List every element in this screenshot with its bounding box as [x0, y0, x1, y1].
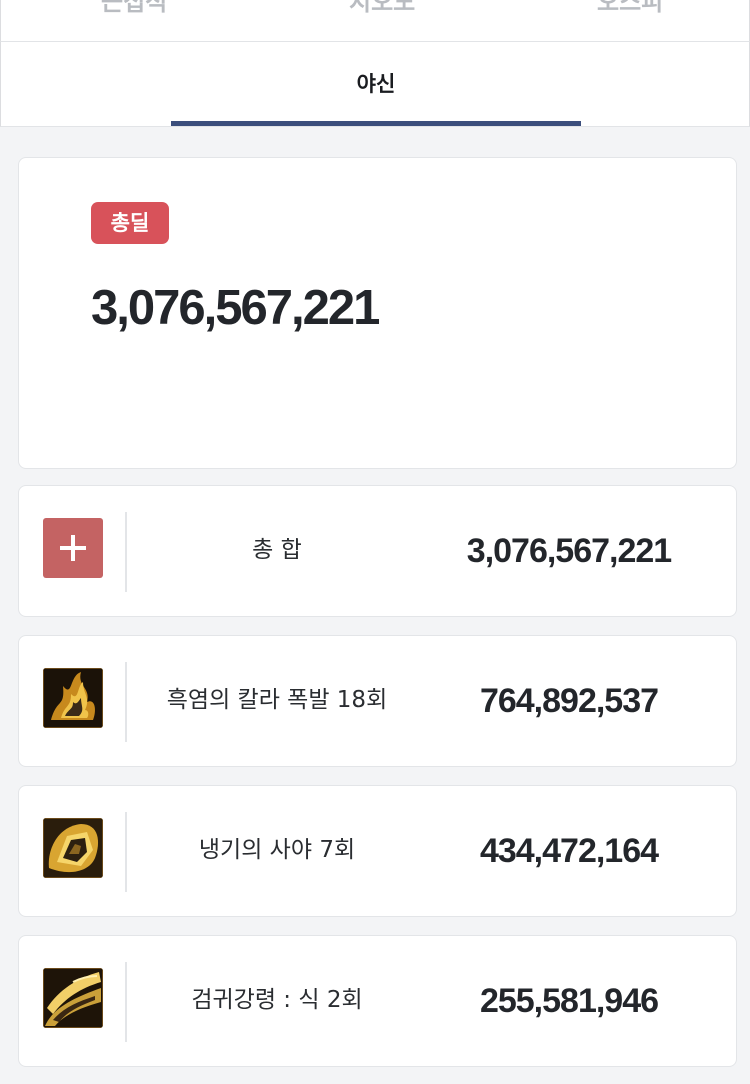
row-divider	[125, 962, 127, 1042]
damage-amount: 3,076,567,221	[466, 532, 672, 570]
plus-icon[interactable]	[43, 518, 103, 578]
frost-sight-skill-icon	[43, 818, 103, 878]
damage-amount: 434,472,164	[479, 832, 659, 870]
active-tab-indicator	[171, 121, 581, 126]
top-tab-1[interactable]: 근접적	[101, 0, 167, 17]
black-flame-skill-icon	[43, 668, 103, 728]
skill-name: 총 합	[252, 537, 302, 563]
row-divider	[125, 512, 127, 592]
damage-amount: 764,892,537	[479, 682, 659, 720]
damage-row-skill[interactable]: 흑염의 칼라 폭발 18회 764,892,537	[18, 635, 737, 767]
total-damage-badge: 총딜	[91, 202, 169, 244]
top-tab-3[interactable]: 오스피	[597, 0, 663, 17]
damage-row-skill[interactable]: 냉기의 사야 7회 434,472,164	[18, 785, 737, 917]
tab-yasin[interactable]: 야신	[171, 42, 581, 126]
sub-tab-bar: 야신	[0, 42, 750, 127]
total-damage-value: 3,076,567,221	[91, 281, 380, 335]
skill-name: 검귀강령 : 식 2회	[191, 987, 363, 1013]
damage-row-skill[interactable]: 검귀강령 : 식 2회 255,581,946	[18, 935, 737, 1067]
top-tab-bar: 근접적 지오도 오스피	[0, 0, 750, 42]
skill-name: 흑염의 칼라 폭발 18회	[166, 687, 388, 713]
row-divider	[125, 812, 127, 892]
damage-row-total[interactable]: 총 합 3,076,567,221	[18, 485, 737, 617]
row-divider	[125, 662, 127, 742]
damage-amount: 255,581,946	[479, 982, 659, 1020]
sword-spirit-skill-icon	[43, 968, 103, 1028]
tab-label: 야신	[356, 72, 396, 96]
total-damage-card: 총딜 3,076,567,221	[18, 157, 737, 469]
skill-name: 냉기의 사야 7회	[198, 837, 356, 863]
top-tab-2[interactable]: 지오도	[349, 0, 415, 17]
